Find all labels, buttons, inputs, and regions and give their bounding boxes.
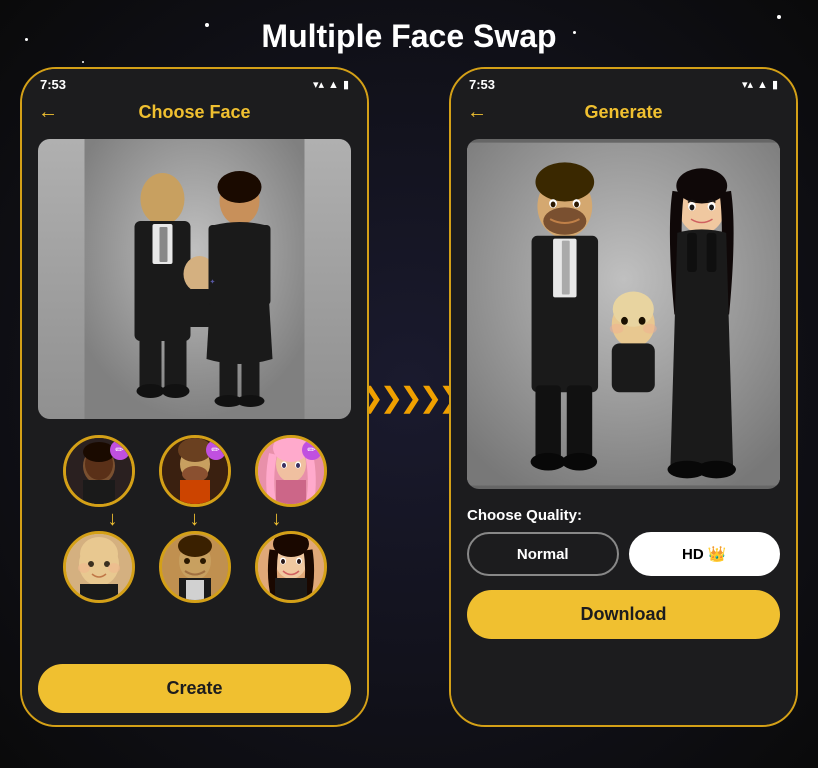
right-top-bar: ← Generate bbox=[451, 96, 796, 131]
right-screen-title: Generate bbox=[584, 102, 662, 123]
phones-container: 7:53 ▾▴ ▲ ▮ ← Choose Face bbox=[0, 67, 818, 727]
left-top-bar: ← Choose Face bbox=[22, 96, 367, 131]
face-target-3-container bbox=[255, 531, 327, 603]
arrow-down-2: ↓ bbox=[190, 509, 200, 529]
left-status-icons: ▾▴ ▲ ▮ bbox=[313, 78, 349, 91]
quality-buttons: Normal HD 👑 bbox=[467, 532, 780, 576]
left-phone: 7:53 ▾▴ ▲ ▮ ← Choose Face bbox=[20, 67, 369, 727]
family-svg-left: ✦ bbox=[38, 139, 351, 419]
generated-photo: ✦✦ bbox=[467, 139, 780, 489]
face-target-1[interactable] bbox=[63, 531, 135, 603]
signal-icon: ▾▴ bbox=[313, 78, 324, 91]
face-target-2[interactable] bbox=[159, 531, 231, 603]
battery-icon-right: ▮ bbox=[772, 78, 778, 91]
arrows-row: ↓ ↓ ↓ bbox=[38, 509, 351, 529]
create-button[interactable]: Create bbox=[38, 664, 351, 713]
right-status-time: 7:53 bbox=[469, 77, 495, 92]
face-source-1[interactable]: ✏ bbox=[63, 435, 135, 507]
right-status-icons: ▾▴ ▲ ▮ bbox=[742, 78, 778, 91]
face-target-3[interactable] bbox=[255, 531, 327, 603]
face-swap-grid: ✏ bbox=[22, 427, 367, 658]
right-back-button[interactable]: ← bbox=[467, 101, 487, 124]
left-phone-content: ✦ bbox=[22, 131, 367, 725]
arrow-down-1: ↓ bbox=[108, 509, 118, 529]
edit-badge-3[interactable]: ✏ bbox=[302, 440, 322, 460]
face-target-1-inner bbox=[66, 534, 132, 600]
quality-label: Choose Quality: bbox=[467, 507, 780, 524]
edit-badge-2[interactable]: ✏ bbox=[206, 440, 226, 460]
left-back-button[interactable]: ← bbox=[38, 101, 58, 124]
svg-text:✦: ✦ bbox=[210, 278, 216, 286]
arrow-between-phones: ❯❯❯❯❯ bbox=[369, 381, 449, 414]
target-faces-row bbox=[38, 531, 351, 603]
wifi-icon-right: ▲ bbox=[757, 79, 768, 91]
right-phone: 7:53 ▾▴ ▲ ▮ ← Generate bbox=[449, 67, 798, 727]
face-source-2[interactable]: ✏ bbox=[159, 435, 231, 507]
face-source-3-container: ✏ bbox=[255, 435, 327, 507]
right-phone-content: ✦✦ Choose Quality: Normal bbox=[451, 131, 796, 725]
face-source-2-container: ✏ bbox=[159, 435, 231, 507]
wifi-icon: ▲ bbox=[328, 79, 339, 91]
face-target-2-inner bbox=[162, 534, 228, 600]
source-faces-row: ✏ bbox=[38, 435, 351, 507]
edit-badge-1[interactable]: ✏ bbox=[110, 440, 130, 460]
page-title: Multiple Face Swap bbox=[0, 0, 818, 67]
left-status-time: 7:53 bbox=[40, 77, 66, 92]
face-target-2-container bbox=[159, 531, 231, 603]
face-source-3[interactable]: ✏ bbox=[255, 435, 327, 507]
face-target-1-container bbox=[63, 531, 135, 603]
right-status-bar: 7:53 ▾▴ ▲ ▮ bbox=[451, 69, 796, 96]
left-main-photo: ✦ bbox=[38, 139, 351, 419]
battery-icon: ▮ bbox=[343, 78, 349, 91]
forward-chevrons-icon: ❯❯❯❯❯ bbox=[360, 381, 457, 414]
family-photo-left: ✦ bbox=[38, 139, 351, 419]
face-source-1-container: ✏ bbox=[63, 435, 135, 507]
signal-icon-right: ▾▴ bbox=[742, 78, 753, 91]
face-target-3-inner bbox=[258, 534, 324, 600]
left-status-bar: 7:53 ▾▴ ▲ ▮ bbox=[22, 69, 367, 96]
quality-normal-button[interactable]: Normal bbox=[467, 532, 619, 576]
arrow-down-3: ↓ bbox=[272, 509, 282, 529]
quality-section: Choose Quality: Normal HD 👑 bbox=[451, 497, 796, 582]
generated-family-svg: ✦✦ bbox=[467, 139, 780, 489]
download-button[interactable]: Download bbox=[467, 590, 780, 639]
left-screen-title: Choose Face bbox=[138, 102, 250, 123]
quality-hd-button[interactable]: HD 👑 bbox=[629, 532, 781, 576]
